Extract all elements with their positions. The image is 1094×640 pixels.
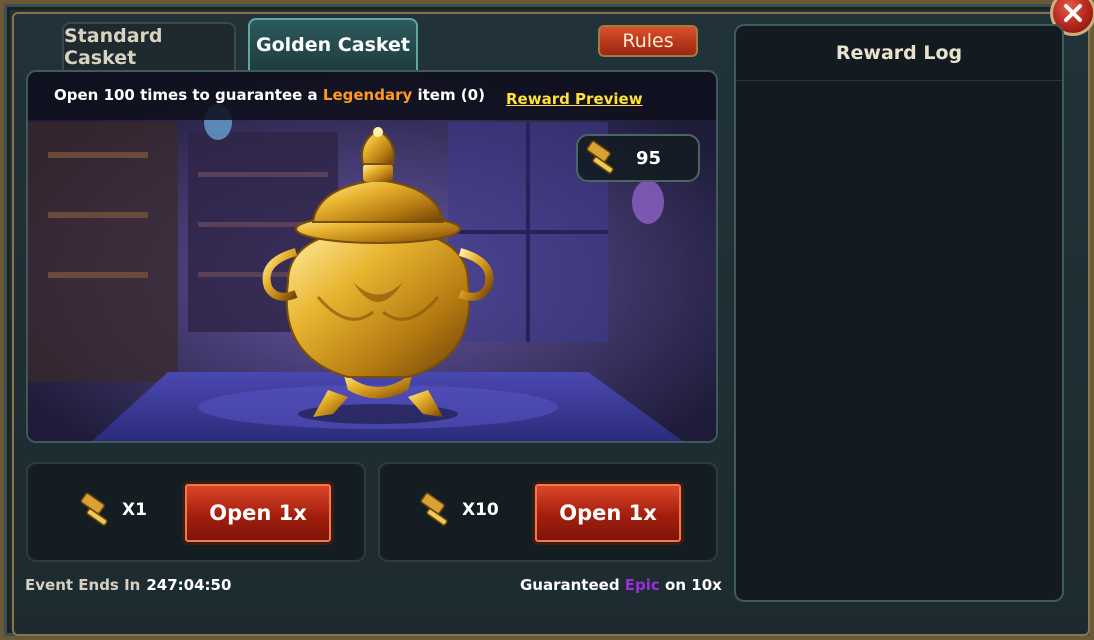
reward-preview-link[interactable]: Reward Preview xyxy=(506,90,643,108)
guaranteed-epic-note: Guaranteed Epic on 10x xyxy=(520,576,722,594)
guarantee-text-prefix: Open 100 times to guarantee a xyxy=(54,86,323,104)
open-option-10: X10 Open 1x xyxy=(378,462,718,562)
event-ends: Event Ends In 247:04:50 xyxy=(25,576,231,594)
hammer-balance: 95 xyxy=(576,134,700,182)
event-ends-label: Event Ends In xyxy=(25,576,141,594)
cost-label: X1 xyxy=(122,500,147,520)
hammer-icon xyxy=(420,492,448,526)
guarantee-banner: Open 100 times to guarantee a Legendary … xyxy=(28,72,716,120)
guarantee-prefix: Guaranteed xyxy=(520,576,625,594)
tab-standard-casket[interactable]: Standard Casket xyxy=(62,22,236,70)
close-icon xyxy=(1064,4,1082,22)
reward-log-title: Reward Log xyxy=(736,26,1062,81)
open-10x-button[interactable]: Open 1x xyxy=(532,481,684,545)
tab-golden-casket[interactable]: Golden Casket xyxy=(248,18,418,70)
legendary-label: Legendary xyxy=(322,86,413,104)
open-option-1: X1 Open 1x xyxy=(26,462,366,562)
reward-log-panel: Reward Log xyxy=(734,24,1064,602)
casket-stage: Open 100 times to guarantee a Legendary … xyxy=(26,70,718,443)
cost-x10: X10 xyxy=(418,490,499,530)
cost-x1: X1 xyxy=(78,490,147,530)
guarantee-text: Open 100 times to guarantee a Legendary … xyxy=(54,86,485,104)
open-1x-button[interactable]: Open 1x xyxy=(182,481,334,545)
hammer-balance-value: 95 xyxy=(636,147,662,169)
hammer-icon xyxy=(80,492,108,526)
hammer-icon xyxy=(586,140,614,174)
epic-label: Epic xyxy=(624,576,660,594)
guarantee-suffix: on 10x xyxy=(659,576,722,594)
golden-casket-image xyxy=(28,72,716,441)
guarantee-text-suffix: item (0) xyxy=(412,86,485,104)
rules-button[interactable]: Rules xyxy=(598,25,698,57)
event-timer: 247:04:50 xyxy=(146,576,232,594)
cost-label: X10 xyxy=(462,500,499,520)
